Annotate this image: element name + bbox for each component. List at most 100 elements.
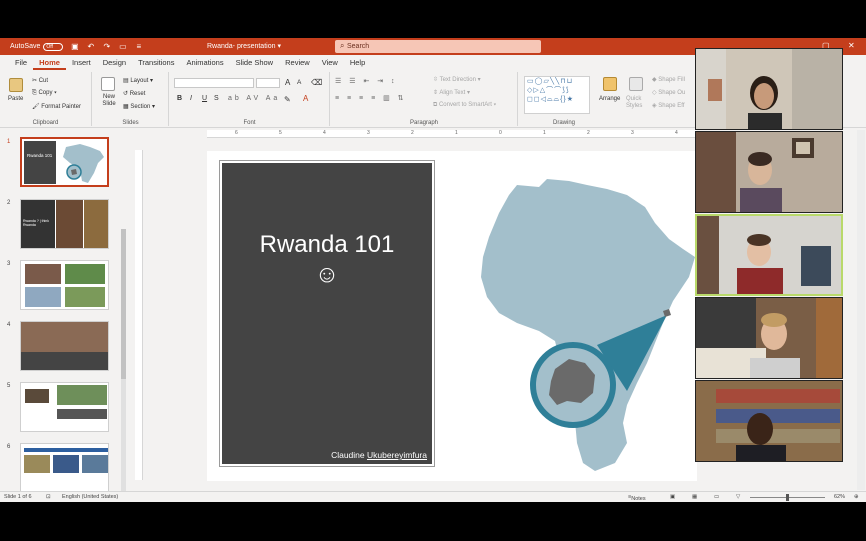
copy-button[interactable]: ⎘ Copy ▾ bbox=[32, 90, 57, 97]
increase-font-size-button[interactable]: A bbox=[285, 78, 290, 87]
zoom-slider-handle[interactable] bbox=[786, 494, 789, 501]
ruler-tick: 3 bbox=[631, 130, 634, 136]
customize-toolbar-icon[interactable]: ≡ bbox=[134, 42, 143, 51]
author-last-name: Ukubereyimfura bbox=[367, 450, 427, 460]
search-placeholder: Search bbox=[347, 43, 370, 50]
shape-effects-button[interactable]: ◈ Shape Eff bbox=[652, 102, 685, 109]
thumbnail-scrollbar[interactable] bbox=[121, 229, 126, 502]
document-title[interactable]: Rwanda- presentation ▾ bbox=[207, 42, 281, 50]
thumbnail-photo bbox=[82, 455, 108, 473]
new-slide-button[interactable]: New Slide bbox=[98, 94, 120, 108]
search-input[interactable]: ⌕ Search bbox=[335, 40, 541, 53]
video-tile-participant-2[interactable] bbox=[695, 131, 843, 213]
video-tile-participant-4[interactable] bbox=[695, 297, 843, 379]
smiley-icon: ☺ bbox=[314, 261, 340, 288]
reset-button[interactable]: ↺ Reset bbox=[123, 90, 145, 97]
slides-group-label: Slides bbox=[122, 120, 139, 126]
new-slide-icon[interactable] bbox=[101, 77, 115, 91]
text-direction-button[interactable]: ⇳ Text Direction ▾ bbox=[433, 76, 481, 83]
arrange-button[interactable]: Arrange bbox=[599, 96, 620, 102]
slide-canvas[interactable]: Rwanda 101 ☺ Claudine Ukubereyimfura bbox=[207, 151, 697, 481]
thumbnail-scroll-knob[interactable] bbox=[121, 229, 126, 379]
section-button[interactable]: ▦ Section ▾ bbox=[123, 103, 155, 110]
horizontal-ruler[interactable]: 6 5 4 3 2 1 0 1 2 3 4 bbox=[207, 130, 697, 138]
vertical-ruler[interactable] bbox=[135, 150, 143, 480]
autosave-toggle[interactable]: Off bbox=[43, 42, 64, 51]
reading-view-icon[interactable]: ▭ bbox=[714, 494, 719, 500]
thumbnail-title-box: Rwanda 101 bbox=[24, 141, 56, 184]
align-text-button[interactable]: ⇕ Align Text ▾ bbox=[433, 89, 470, 96]
autosave-control[interactable]: AutoSave Off bbox=[10, 42, 64, 51]
slide-scrollbar[interactable] bbox=[857, 130, 865, 490]
spacing-and-case-icons[interactable]: ab AV Aa bbox=[228, 95, 280, 102]
slide-thumbnail-5[interactable] bbox=[20, 382, 109, 432]
ruler-tick: 6 bbox=[235, 130, 238, 136]
thumbnail-number: 3 bbox=[7, 261, 11, 267]
arrange-icon[interactable] bbox=[603, 77, 617, 91]
slide-thumbnail-4[interactable] bbox=[20, 321, 109, 371]
close-icon[interactable]: ✕ bbox=[848, 41, 855, 50]
font-color-button[interactable]: A bbox=[303, 94, 308, 103]
font-name-select[interactable] bbox=[174, 78, 254, 88]
redo-icon[interactable]: ↷ bbox=[102, 42, 111, 51]
spellcheck-icon[interactable]: ⊡ bbox=[46, 494, 51, 500]
ruler-tick: 2 bbox=[587, 130, 590, 136]
format-painter-button[interactable]: 🖌 Format Painter bbox=[32, 103, 81, 110]
tab-transitions[interactable]: Transitions bbox=[132, 55, 180, 70]
tab-view[interactable]: View bbox=[316, 55, 344, 70]
decrease-font-size-button[interactable]: A bbox=[297, 79, 301, 86]
italic-button[interactable]: I bbox=[190, 95, 192, 102]
title-text-box[interactable]: Rwanda 101 ☺ Claudine Ukubereyimfura bbox=[219, 160, 435, 467]
layout-button[interactable]: ▤ Layout ▾ bbox=[123, 77, 153, 84]
bold-button[interactable]: B bbox=[177, 95, 182, 102]
video-tile-participant-5[interactable] bbox=[695, 380, 843, 462]
strikethrough-button[interactable]: S bbox=[214, 95, 219, 102]
video-tile-participant-3[interactable] bbox=[695, 214, 843, 296]
present-icon[interactable]: ▭ bbox=[118, 42, 127, 51]
thumbnail-number: 1 bbox=[7, 139, 11, 145]
convert-smartart-button[interactable]: ⧉ Convert to SmartArt ▾ bbox=[433, 102, 496, 109]
zoom-level[interactable]: 62% bbox=[834, 494, 845, 500]
author-name[interactable]: Claudine Ukubereyimfura bbox=[331, 450, 427, 460]
shapes-gallery[interactable]: ▭◯▱╲╲⊓⊔ ◇▷△⌒⌒⟆⟆ ◻◻◁⌓⌓{}★ bbox=[524, 76, 590, 114]
notes-button[interactable]: ≡ Notes bbox=[628, 494, 646, 502]
shape-fill-button[interactable]: ◆ Shape Fill bbox=[652, 76, 685, 83]
slide-thumbnail-6[interactable] bbox=[20, 443, 109, 493]
quick-styles-icon[interactable] bbox=[629, 77, 643, 91]
paste-button[interactable]: Paste bbox=[8, 96, 23, 102]
tab-review[interactable]: Review bbox=[279, 55, 316, 70]
tab-design[interactable]: Design bbox=[97, 55, 132, 70]
tab-home[interactable]: Home bbox=[33, 55, 66, 70]
video-tile-participant-1[interactable] bbox=[695, 48, 843, 130]
list-and-indent-icons[interactable]: ☰ ☰ ⇤ ⇥ ↕ bbox=[335, 77, 398, 85]
tab-insert[interactable]: Insert bbox=[66, 55, 97, 70]
tab-slide-show[interactable]: Slide Show bbox=[230, 55, 280, 70]
font-size-select[interactable] bbox=[256, 78, 280, 88]
tab-file[interactable]: File bbox=[9, 55, 33, 70]
alignment-icons[interactable]: ≡ ≡ ≡ ≡ ▥ ⇅ bbox=[335, 94, 407, 102]
tab-help[interactable]: Help bbox=[344, 55, 371, 70]
slide-title[interactable]: Rwanda 101 bbox=[222, 231, 432, 259]
language-status[interactable]: English (United States) bbox=[62, 494, 118, 500]
save-icon[interactable]: ▣ bbox=[70, 42, 79, 51]
underline-button[interactable]: U bbox=[202, 95, 207, 102]
slide-thumbnail-1[interactable]: Rwanda 101 bbox=[20, 137, 109, 187]
slide-thumbnail-3[interactable] bbox=[20, 260, 109, 310]
tab-animations[interactable]: Animations bbox=[180, 55, 229, 70]
fit-to-window-icon[interactable]: ⊕ bbox=[854, 494, 859, 500]
quick-styles-button[interactable]: Quick Styles bbox=[626, 96, 646, 110]
thumbnail-photo bbox=[25, 389, 49, 403]
clear-formatting-icon[interactable]: ⌫ bbox=[311, 78, 322, 87]
africa-map-graphic[interactable] bbox=[477, 173, 697, 473]
shape-outline-button[interactable]: ◇ Shape Ou bbox=[652, 89, 685, 96]
slideshow-icon[interactable]: ▽ bbox=[736, 494, 740, 500]
undo-icon[interactable]: ↶ bbox=[86, 42, 95, 51]
paragraph-group-label: Paragraph bbox=[409, 120, 439, 126]
paste-icon[interactable] bbox=[9, 78, 23, 92]
highlight-icon[interactable]: ✎ bbox=[284, 95, 291, 104]
normal-view-icon[interactable]: ▣ bbox=[670, 494, 675, 500]
cut-button[interactable]: ✂ Cut bbox=[32, 77, 48, 84]
slide-sorter-icon[interactable]: ▦ bbox=[692, 494, 697, 500]
slide-thumbnail-2[interactable]: Rwanda ? | think Rwanda bbox=[20, 199, 109, 249]
slides-group: New Slide ▤ Layout ▾ ↺ Reset ▦ Section ▾… bbox=[93, 72, 169, 126]
